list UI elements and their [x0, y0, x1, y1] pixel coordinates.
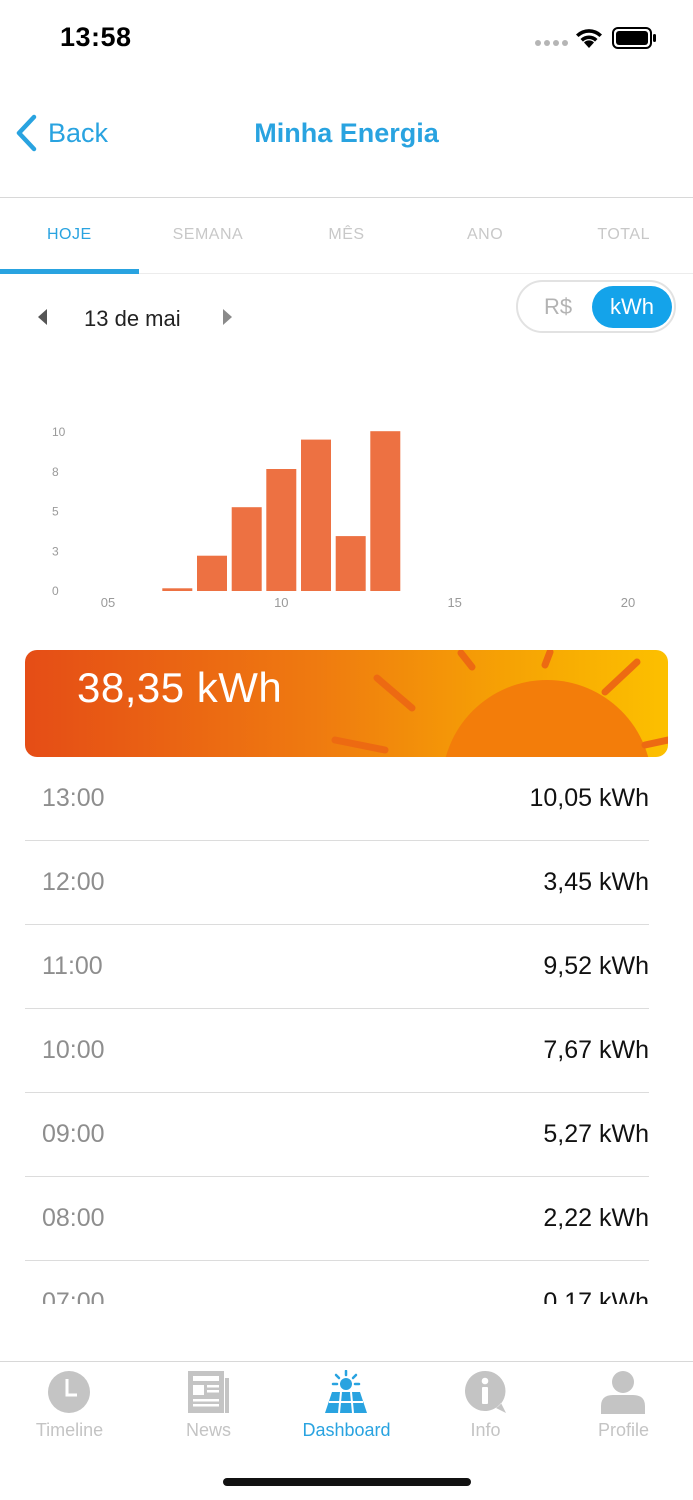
hour-time: 10:00 — [42, 1036, 105, 1064]
tabbar-label: Info — [470, 1420, 501, 1440]
y-tick-label: 5 — [52, 505, 59, 519]
tabbar-label: Timeline — [35, 1420, 104, 1440]
hour-value: 9,52 kWh — [543, 952, 649, 980]
hour-time: 07:00 — [42, 1288, 105, 1304]
unit-option-currency[interactable]: R$ — [528, 288, 588, 326]
list-item[interactable]: 07:00 0,17 kWh — [25, 1261, 649, 1304]
hourly-list: 13:00 10,05 kWh 12:00 3,45 kWh 11:00 9,5… — [25, 757, 649, 1304]
y-tick-label: 3 — [52, 544, 59, 558]
list-item[interactable]: 12:00 3,45 kWh — [25, 841, 649, 925]
status-time: 13:58 — [60, 22, 132, 52]
x-tick-label: 15 — [447, 595, 461, 610]
y-tick-label: 8 — [52, 465, 59, 479]
chart-bar — [231, 507, 262, 591]
info-icon — [465, 1370, 506, 1413]
tabbar-item-profile[interactable]: Profile — [554, 1362, 693, 1452]
chart-bar — [335, 536, 366, 591]
tab-ano[interactable]: ANO — [416, 198, 555, 273]
chart-bar — [370, 431, 401, 591]
total-energy-value: 38,35 kWh — [77, 664, 283, 711]
tabbar-item-dashboard[interactable]: Dashboard — [277, 1362, 416, 1452]
hour-time: 13:00 — [42, 784, 105, 812]
tab-mes[interactable]: MÊS — [277, 198, 416, 273]
chart-bar — [162, 588, 193, 591]
previous-day-arrow-icon[interactable] — [34, 306, 50, 328]
y-tick-label: 0 — [52, 584, 59, 598]
profile-icon — [601, 1371, 645, 1414]
chart-bar — [266, 469, 297, 591]
hour-value: 2,22 kWh — [543, 1204, 649, 1232]
unit-option-kwh[interactable]: kWh — [592, 286, 672, 328]
chart-bar — [197, 555, 227, 591]
hour-time: 11:00 — [42, 952, 103, 980]
tabbar-label: Dashboard — [302, 1420, 391, 1440]
tab-semana[interactable]: SEMANA — [139, 198, 278, 273]
newspaper-icon — [188, 1371, 229, 1413]
signal-icon — [535, 40, 568, 46]
page-title: Minha Energia — [254, 118, 439, 148]
tab-hoje[interactable]: HOJE — [0, 198, 139, 274]
hour-value: 5,27 kWh — [543, 1120, 649, 1148]
hour-time: 09:00 — [42, 1120, 105, 1148]
status-bar: 13:58 — [0, 0, 693, 80]
hour-value: 0,17 kWh — [543, 1288, 649, 1304]
clock-icon — [48, 1371, 90, 1413]
total-energy-banner: 38,35 kWh — [25, 650, 668, 757]
x-tick-label: 05 — [101, 595, 115, 610]
y-tick-label: 10 — [52, 425, 66, 439]
period-tabs: HOJE SEMANA MÊS ANO TOTAL — [0, 198, 693, 274]
tab-total[interactable]: TOTAL — [554, 198, 693, 273]
next-day-arrow-icon[interactable] — [220, 306, 236, 328]
tabbar-item-info[interactable]: Info — [416, 1362, 555, 1452]
hour-value: 10,05 kWh — [529, 784, 649, 812]
battery-icon — [612, 27, 656, 49]
hour-time: 08:00 — [42, 1204, 105, 1232]
wifi-icon — [576, 29, 602, 48]
list-item[interactable]: 09:00 5,27 kWh — [25, 1093, 649, 1177]
chart-bar — [301, 439, 331, 591]
x-tick-label: 10 — [274, 595, 288, 610]
x-tick-label: 20 — [621, 595, 635, 610]
list-item[interactable]: 11:00 9,52 kWh — [25, 925, 649, 1009]
solar-panel-icon — [325, 1370, 367, 1414]
date-label: 13 de mai — [84, 306, 181, 331]
tabbar-label: Profile — [597, 1420, 650, 1440]
navigation-bar: Back Minha Energia — [0, 80, 693, 198]
tabbar-label: News — [185, 1420, 231, 1440]
list-item[interactable]: 10:00 7,67 kWh — [25, 1009, 649, 1093]
tabbar-item-timeline[interactable]: Timeline — [0, 1362, 139, 1452]
hour-time: 12:00 — [42, 868, 105, 896]
unit-toggle: R$ kWh — [516, 280, 676, 333]
hour-value: 3,45 kWh — [543, 868, 649, 896]
energy-bar-chart: 0 3 5 8 10 05 10 15 20 — [52, 425, 635, 610]
home-indicator — [223, 1478, 471, 1486]
tabbar-item-news[interactable]: News — [139, 1362, 278, 1452]
hour-value: 7,67 kWh — [543, 1036, 649, 1064]
list-item[interactable]: 08:00 2,22 kWh — [25, 1177, 649, 1261]
list-item[interactable]: 13:00 10,05 kWh — [25, 757, 649, 841]
